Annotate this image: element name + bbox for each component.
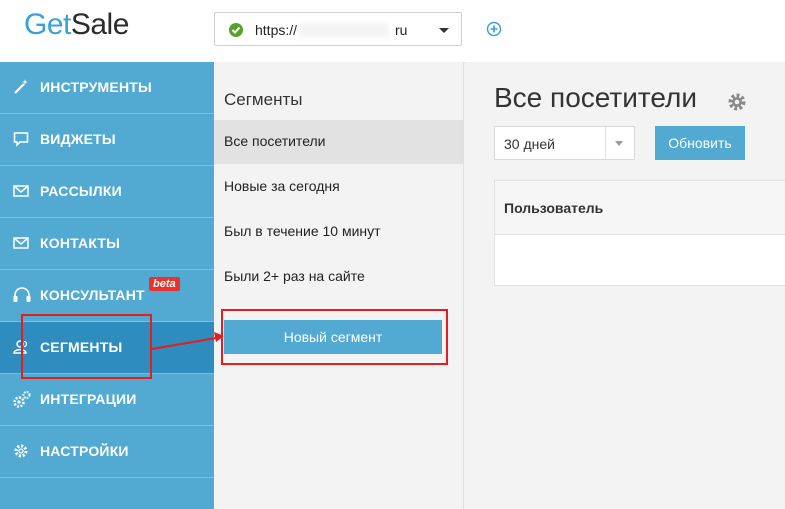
column-header-user[interactable]: Пользователь <box>504 200 603 216</box>
table-header: Пользователь <box>495 181 785 235</box>
refresh-button[interactable]: Обновить <box>655 126 745 160</box>
envelope-icon <box>12 182 30 200</box>
getsale-logo[interactable]: GetSale <box>24 8 129 42</box>
site-selector[interactable]: https:// ru <box>214 12 462 46</box>
site-url-redacted <box>299 23 389 37</box>
site-url-tld: ru <box>395 22 408 38</box>
top-bar: GetSale https:// ru <box>0 0 785 63</box>
verified-check-icon <box>229 23 243 37</box>
gear-icon <box>12 442 30 460</box>
chat-bubble-icon <box>12 130 30 148</box>
sidebar-item-integrations[interactable]: ИНТЕГРАЦИИ <box>0 374 214 426</box>
segment-item-2plus-visits[interactable]: Были 2+ раз на сайте <box>214 255 463 299</box>
site-url-prefix: https:// <box>255 22 298 38</box>
headset-icon <box>12 286 31 304</box>
select-divider <box>605 127 606 159</box>
add-site-plus-icon[interactable] <box>486 21 502 37</box>
segment-item-new-today[interactable]: Новые за сегодня <box>214 165 463 209</box>
sidebar-item-settings[interactable]: НАСТРОЙКИ <box>0 426 214 478</box>
page-title: Все посетители <box>494 82 697 113</box>
beta-badge: beta <box>149 277 180 291</box>
sidebar-item-contacts[interactable]: КОНТАКТЫ <box>0 218 214 270</box>
segment-item-last-10-min[interactable]: Был в течение 10 минут <box>214 210 463 254</box>
magic-wand-icon <box>12 78 30 96</box>
segment-item-all-visitors[interactable]: Все посетители <box>214 120 463 164</box>
annotation-box-new-segment <box>221 309 448 365</box>
sidebar-item-mailings[interactable]: РАССЫЛКИ <box>0 166 214 218</box>
period-select[interactable]: 30 дней <box>494 126 635 160</box>
chevron-down-icon <box>439 28 449 33</box>
visitors-table: Пользователь <box>494 180 785 286</box>
gear-icon[interactable] <box>726 91 748 113</box>
main-content: Все посетители 30 дней Обновить Пользова… <box>465 62 785 509</box>
sidebar: ИНСТРУМЕНТЫ ВИДЖЕТЫ РАССЫЛКИ КОНТАКТЫ КО… <box>0 62 214 509</box>
sidebar-item-widgets[interactable]: ВИДЖЕТЫ <box>0 114 214 166</box>
gears-icon <box>12 390 31 408</box>
segments-title: Сегменты <box>224 90 303 109</box>
segments-panel: Сегменты Все посетители Новые за сегодня… <box>214 62 464 509</box>
sidebar-item-instruments[interactable]: ИНСТРУМЕНТЫ <box>0 62 214 114</box>
annotation-box-segments <box>21 314 152 379</box>
chevron-down-icon <box>615 141 623 146</box>
envelope-icon <box>12 234 30 252</box>
